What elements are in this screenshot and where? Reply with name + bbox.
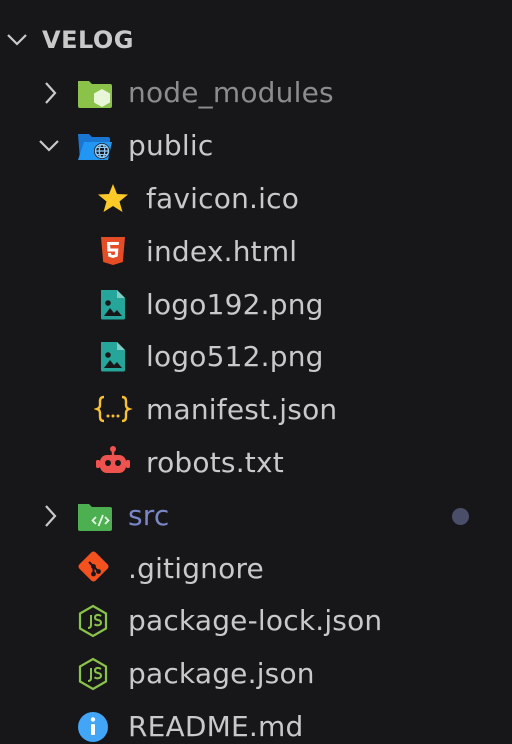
chevron-down-icon[interactable] [38,120,60,172]
star-icon [94,173,134,225]
tree-item-label: manifest.json [146,393,338,426]
tree-item-label: README.md [128,710,304,743]
tree-item-logo512[interactable]: logo512.png [0,331,512,383]
tree-item-label: package-lock.json [128,604,383,637]
tree-item-package-json[interactable]: package.json [0,648,512,700]
tree-item-label: public [128,129,214,162]
tree-item-readme[interactable]: README.md [0,701,512,744]
json-braces-icon [94,384,134,436]
chevron-down-icon[interactable] [6,14,28,66]
src-folder-icon [76,490,116,542]
tree-item-index-html[interactable]: index.html [0,226,512,278]
tree-item-node-modules[interactable]: node_modules [0,67,512,119]
tree-item-label: logo192.png [146,288,324,321]
robot-icon [94,437,134,489]
section-title: VELOG [42,26,135,54]
tree-item-label: package.json [128,657,315,690]
tree-item-label: robots.txt [146,446,284,479]
info-icon [76,701,116,744]
tree-item-robots[interactable]: robots.txt [0,437,512,489]
chevron-right-icon[interactable] [40,490,62,542]
image-file-icon [94,279,134,331]
git-icon [76,543,116,595]
file-explorer: VELOG node_modules public favicon.ico in… [0,0,512,744]
chevron-right-icon[interactable] [40,67,62,119]
tree-item-gitignore[interactable]: .gitignore [0,543,512,595]
nodejs-icon [76,648,116,700]
public-folder-icon [76,120,116,172]
html5-icon [94,226,134,278]
tree-item-manifest[interactable]: manifest.json [0,384,512,436]
modified-indicator-dot [452,508,469,525]
tree-item-label: favicon.ico [146,182,300,215]
tree-item-label: index.html [146,235,298,268]
tree-item-logo192[interactable]: logo192.png [0,279,512,331]
nodejs-icon [76,595,116,647]
image-file-icon [94,331,134,383]
tree-item-src[interactable]: src [0,490,512,542]
section-header-velog[interactable]: VELOG [0,14,512,66]
tree-item-favicon[interactable]: favicon.ico [0,173,512,225]
tree-item-label: logo512.png [146,340,324,373]
tree-item-public[interactable]: public [0,120,512,172]
tree-item-package-lock[interactable]: package-lock.json [0,595,512,647]
node-folder-icon [76,67,116,119]
tree-item-label: .gitignore [128,552,264,585]
tree-item-label: node_modules [128,76,334,109]
tree-item-label: src [128,499,170,532]
